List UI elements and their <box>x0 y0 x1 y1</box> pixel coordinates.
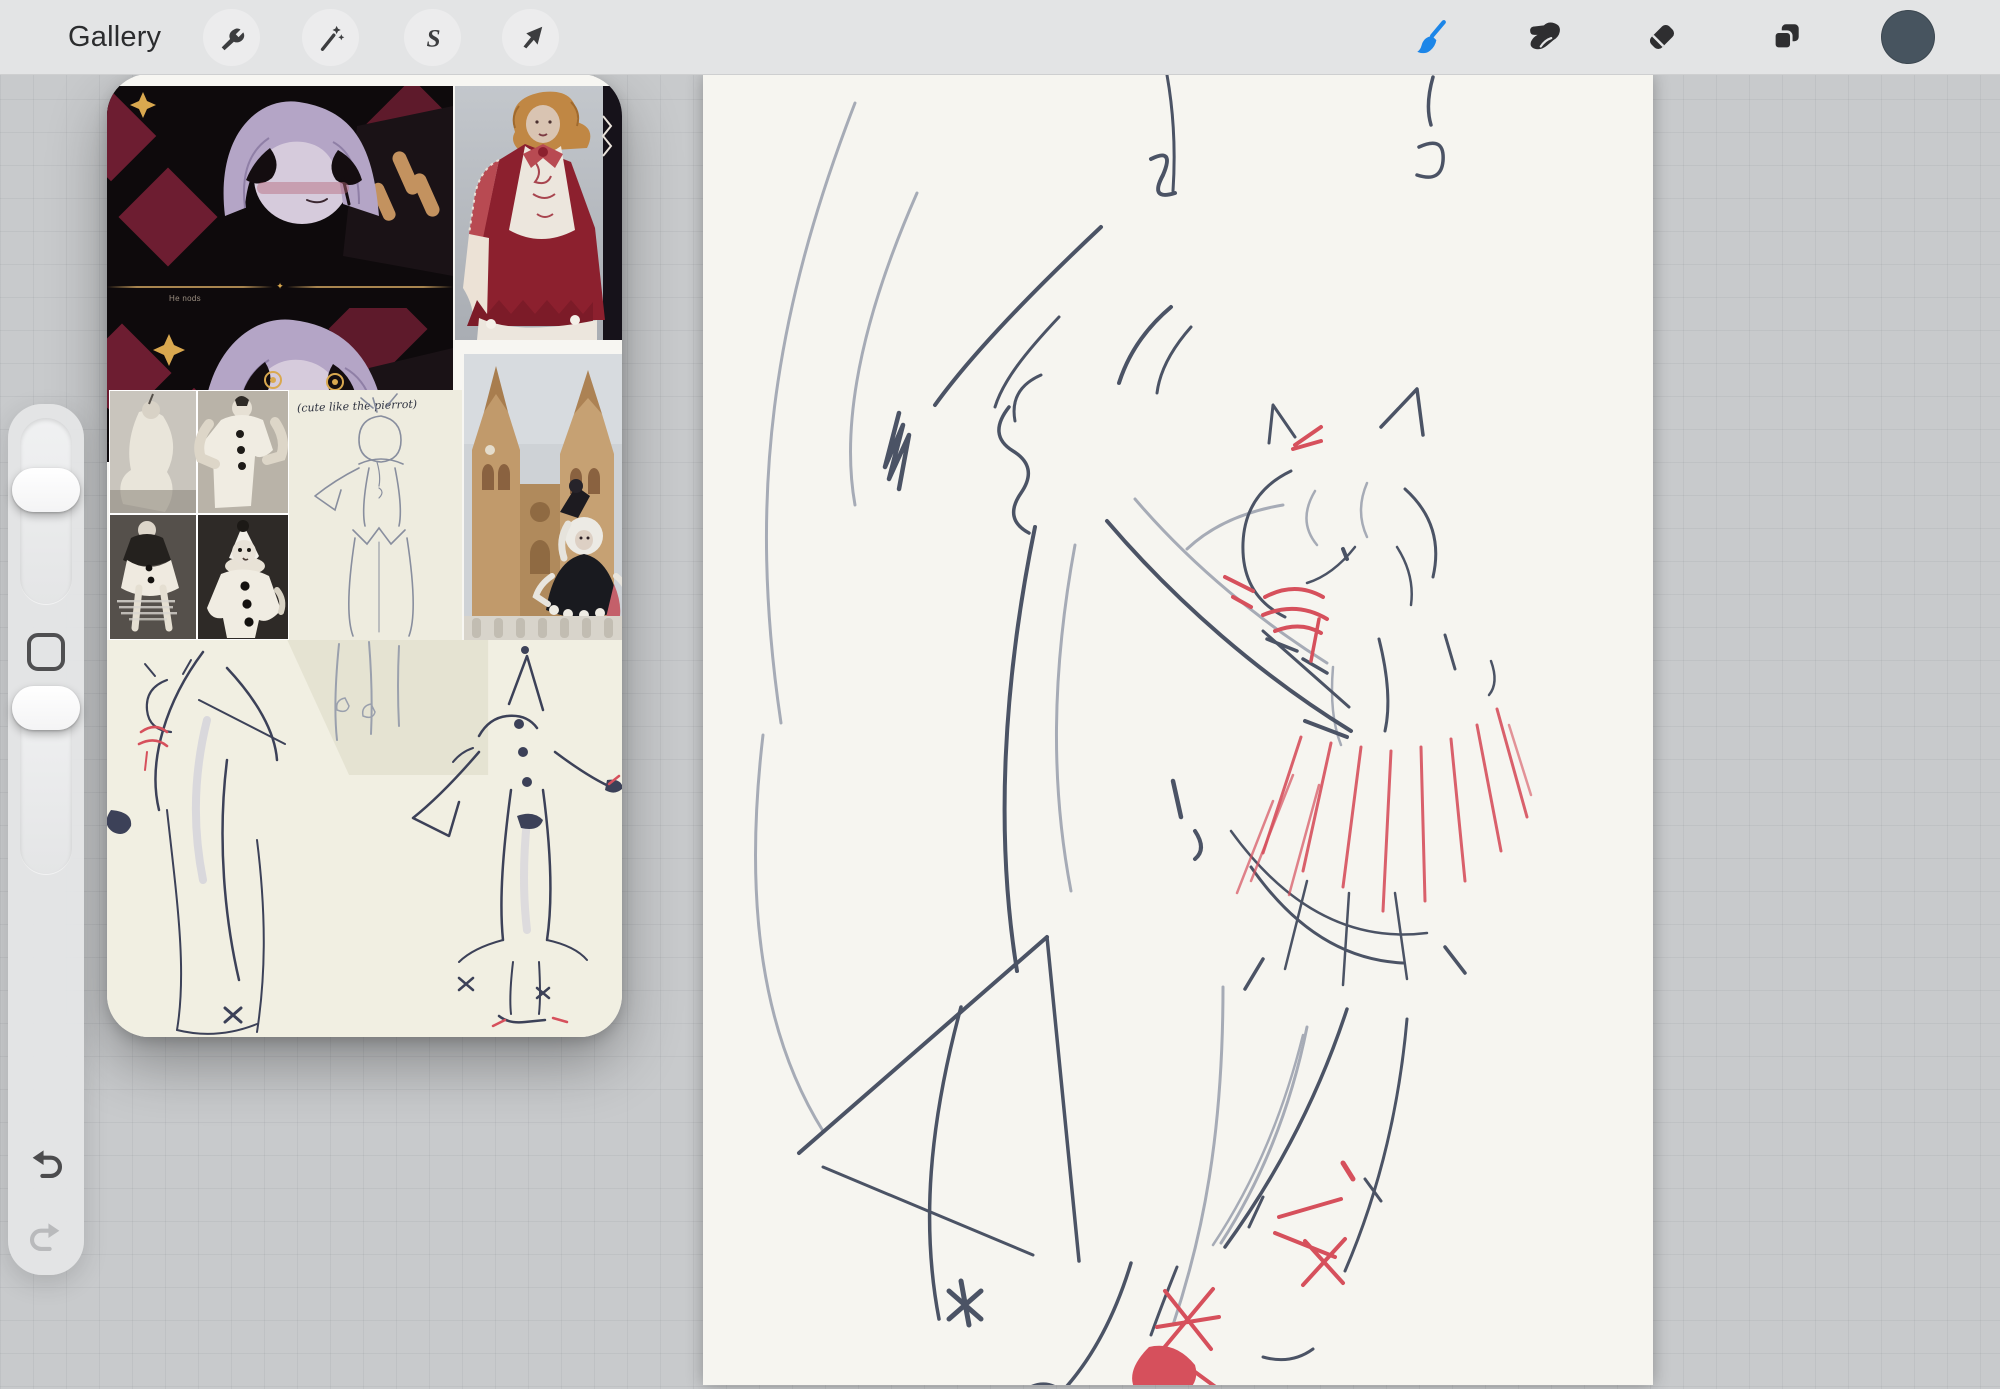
undo-button[interactable] <box>29 1148 63 1182</box>
transform-button[interactable] <box>502 9 559 66</box>
gesture-sketch <box>754 75 1533 1385</box>
pierrot-photo-grid <box>109 390 289 640</box>
transform-arrow-icon <box>523 26 542 48</box>
sidebar-tool-panel <box>8 404 84 1275</box>
adjustments-button[interactable] <box>302 9 359 66</box>
red-lolita-dress-photo <box>455 86 622 340</box>
eraser-icon <box>1649 24 1675 50</box>
brush-size-handle[interactable] <box>12 468 80 512</box>
actions-button[interactable] <box>203 9 260 66</box>
pierrot-ink-sketches <box>107 640 622 1037</box>
reference-image-panel[interactable]: ✦ He nods (cute like the pierrot) <box>107 74 622 1037</box>
procreate-workspace: ✦ He nods (cute like the pierrot) Galler… <box>0 0 2000 1389</box>
redo-button[interactable] <box>29 1221 63 1255</box>
smudge-icon <box>1530 22 1560 50</box>
divider-star-icon: ✦ <box>276 281 284 291</box>
paint-brush-icon <box>1417 20 1446 54</box>
selection-s-icon: S <box>426 24 440 52</box>
modify-button[interactable] <box>27 633 65 671</box>
smudge-tool-button[interactable] <box>1521 12 1571 62</box>
layers-icon <box>1773 24 1799 50</box>
color-swatch[interactable] <box>1881 10 1935 64</box>
gold-divider: ✦ <box>107 282 453 291</box>
layers-button[interactable] <box>1761 12 1811 62</box>
top-toolbar: Gallery S <box>0 0 2000 75</box>
gallery-button[interactable]: Gallery <box>68 0 161 75</box>
undo-icon <box>32 1150 63 1178</box>
cathedral-jester-photo <box>464 354 622 640</box>
character-sketch-note: (cute like the pierrot) <box>289 390 462 640</box>
paint-tool-button[interactable] <box>1405 12 1455 62</box>
drawing-canvas[interactable] <box>703 75 1653 1385</box>
brush-opacity-handle[interactable] <box>12 686 80 730</box>
redo-icon <box>29 1223 60 1251</box>
dialogue-caption-1: He nods <box>169 294 201 303</box>
erase-tool-button[interactable] <box>1637 12 1687 62</box>
svg-text:S: S <box>426 24 440 52</box>
magic-wand-icon <box>320 25 344 51</box>
wrench-icon <box>221 27 244 50</box>
selection-button[interactable]: S <box>404 9 461 66</box>
